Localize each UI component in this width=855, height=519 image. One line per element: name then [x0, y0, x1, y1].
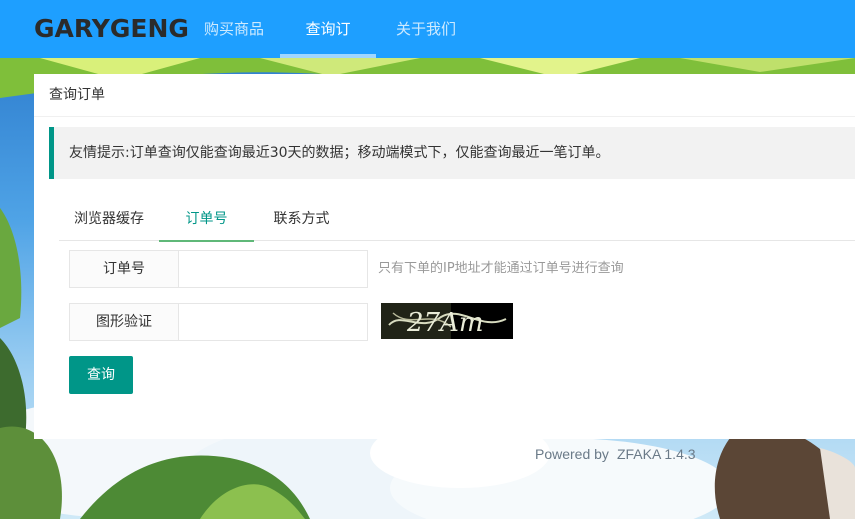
order-number-input[interactable]: [178, 250, 368, 288]
captcha-label: 图形验证: [69, 303, 179, 341]
captcha-graphic: 27Am: [381, 303, 513, 339]
card-title: 查询订单: [34, 74, 855, 117]
tab-browser-cache[interactable]: 浏览器缓存: [59, 201, 159, 241]
nav-query-order[interactable]: 查询订单: [280, 0, 376, 96]
top-navbar: GARYGENG 购买商品 查询订单 关于我们: [0, 0, 855, 96]
footer: Powered by ZFAKA 1.4.3: [535, 446, 696, 462]
tab-order-number[interactable]: 订单号: [159, 201, 254, 242]
captcha-text: 27Am: [406, 308, 484, 338]
nav-buy-products[interactable]: 购买商品: [184, 0, 284, 58]
query-order-card: 查询订单 友情提示:订单查询仅能查询最近30天的数据；移动端模式下，仅能查询最近…: [34, 74, 855, 439]
footer-brand-link[interactable]: ZFAKA 1.4.3: [617, 446, 696, 462]
notice-banner: 友情提示:订单查询仅能查询最近30天的数据；移动端模式下，仅能查询最近一笔订单。: [49, 127, 855, 179]
order-number-label: 订单号: [69, 250, 179, 288]
order-number-hint: 只有下单的IP地址才能通过订单号进行查询: [378, 261, 624, 276]
nav-about-us[interactable]: 关于我们: [376, 0, 476, 58]
query-submit-button[interactable]: 查询: [69, 356, 133, 394]
site-logo[interactable]: GARYGENG: [34, 14, 189, 43]
captcha-image[interactable]: 27Am: [381, 303, 513, 339]
captcha-input[interactable]: [178, 303, 368, 341]
tab-contact[interactable]: 联系方式: [254, 201, 349, 241]
powered-by-text: Powered by: [535, 446, 609, 462]
query-tabs: 浏览器缓存 订单号 联系方式: [59, 201, 855, 242]
